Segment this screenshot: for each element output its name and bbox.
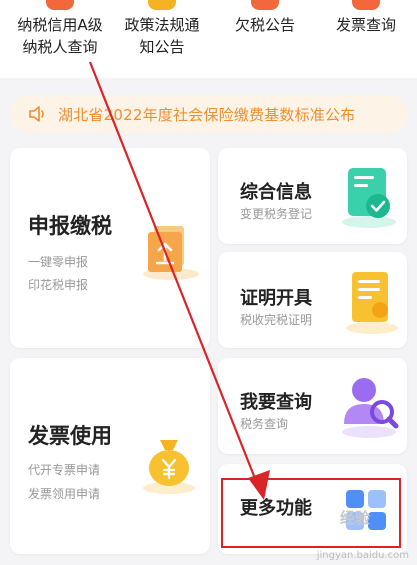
top-menu: 纳税信用A级 纳税人查询 政策法规通 知公告 欠税公告 发票查询	[0, 0, 417, 78]
invoice-use-title: 发票使用	[28, 424, 112, 448]
info-doc-icon	[342, 168, 396, 228]
highlight-box	[221, 478, 401, 548]
watermark-brand: 经验	[340, 509, 371, 527]
invoice-use-sub2[interactable]: 发票领用申请	[28, 484, 100, 504]
menu-credit-line1: 纳税信用A级	[17, 16, 103, 34]
card-my-query[interactable]: 我要查询 税务查询	[218, 358, 407, 454]
notice-bar[interactable]: 湖北省2022年度社会保险缴费基数标准公布	[10, 95, 407, 133]
money-bag-icon	[143, 440, 195, 494]
menu-arrears[interactable]: 欠税公告	[222, 0, 308, 78]
policy-icon	[148, 0, 176, 10]
notice-text: 湖北省2022年度社会保险缴费基数标准公布	[58, 105, 356, 124]
card-invoice-use[interactable]: 发票使用 代开专票申请 发票领用申请	[10, 358, 210, 554]
card-certificate[interactable]: 证明开具 税收完税证明	[218, 252, 407, 348]
menu-invoice-query[interactable]: 发票查询	[322, 0, 410, 78]
card-general-info[interactable]: 综合信息 变更税务登记	[218, 148, 407, 244]
menu-policy-line2: 知公告	[139, 38, 185, 56]
menu-credit-line2: 纳税人查询	[22, 38, 98, 56]
upload-file-icon	[143, 226, 199, 280]
cert-sub: 税收完税证明	[240, 313, 313, 327]
cert-title: 证明开具	[240, 288, 312, 309]
card-declare-tax[interactable]: 申报缴税 一键零申报 印花税申报	[10, 148, 210, 348]
declare-title: 申报缴税	[28, 214, 112, 238]
menu-arrears-label: 欠税公告	[234, 16, 295, 34]
info-sub: 变更税务登记	[240, 207, 313, 221]
menu-credit-query[interactable]: 纳税信用A级 纳税人查询	[6, 0, 114, 78]
menu-policy-line1: 政策法规通	[124, 16, 200, 34]
query-title: 我要查询	[240, 392, 312, 413]
declare-sub2[interactable]: 印花税申报	[28, 275, 88, 295]
speaker-icon	[29, 106, 44, 122]
watermark-url: jingyan.baidu.com	[316, 550, 409, 561]
invoice-query-icon	[352, 0, 380, 10]
declare-sub1[interactable]: 一键零申报	[28, 252, 88, 272]
user-search-icon	[342, 378, 399, 438]
invoice-use-sub1[interactable]: 代开专票申请	[28, 460, 100, 480]
menu-invoice-label: 发票查询	[335, 16, 396, 34]
info-title: 综合信息	[240, 182, 312, 203]
menu-policy[interactable]: 政策法规通 知公告	[112, 0, 212, 78]
query-sub: 税务查询	[240, 417, 289, 431]
credit-icon	[46, 0, 74, 10]
arrears-icon	[251, 0, 279, 10]
certificate-icon	[346, 272, 398, 334]
